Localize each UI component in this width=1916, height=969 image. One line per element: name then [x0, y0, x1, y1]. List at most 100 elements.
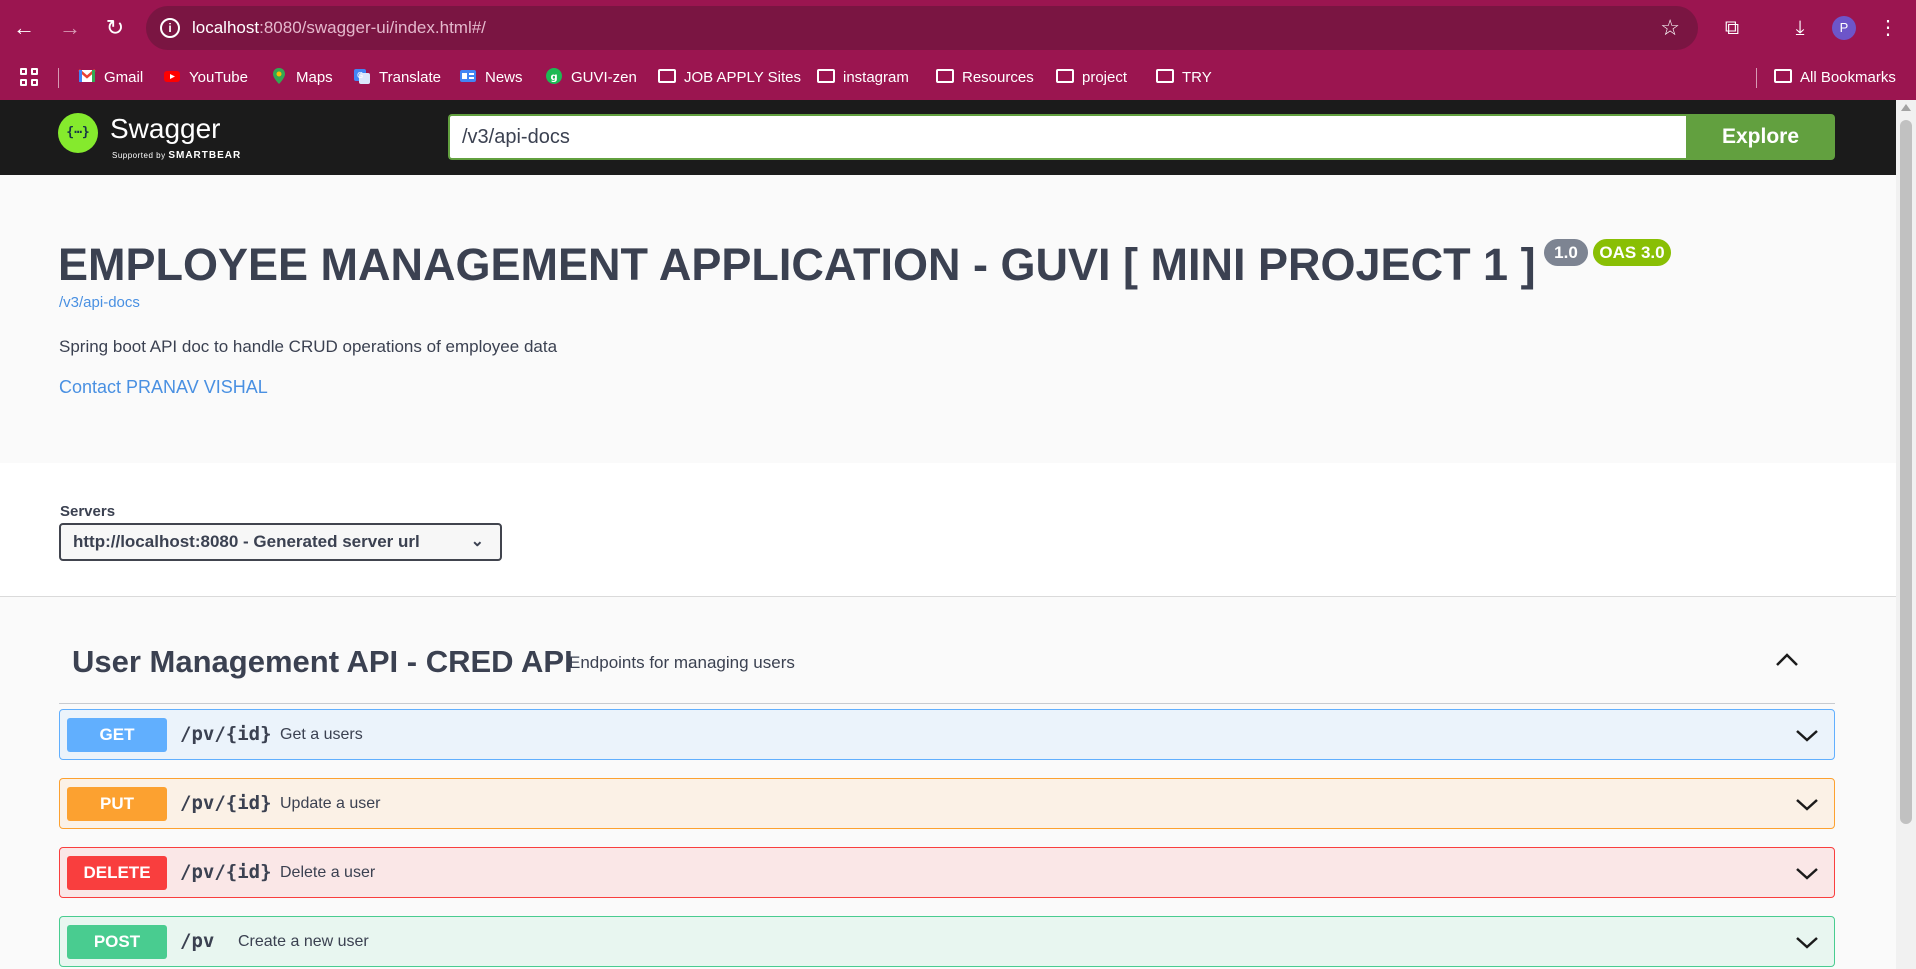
- contact-link[interactable]: Contact PRANAV VISHAL: [59, 377, 268, 398]
- servers-label: Servers: [60, 503, 116, 520]
- bookmark-star-icon[interactable]: ☆: [1660, 14, 1680, 42]
- oas-badge: OAS 3.0: [1593, 239, 1671, 266]
- bookmark-translate[interactable]: G Translate: [353, 56, 441, 100]
- bookmark-label: TRY: [1182, 69, 1212, 86]
- operation-summary: Delete a user: [280, 864, 376, 881]
- operation-delete-user[interactable]: DELETE /pv/{id} Delete a user: [59, 847, 1835, 898]
- bookmarks-bar: Gmail YouTube Maps G Translate News g GUVI…: [0, 56, 1916, 100]
- logo-sub-prefix: Supported by: [112, 151, 166, 160]
- site-info-icon[interactable]: i: [160, 18, 180, 38]
- logo-sub-brand: SMARTBEAR: [168, 150, 242, 161]
- download-icon[interactable]: ⤓: [1786, 14, 1814, 42]
- folder-icon: [817, 69, 835, 84]
- bookmark-label: Resources: [962, 69, 1034, 86]
- api-info: EMPLOYEE MANAGEMENT APPLICATION - GUVI […: [0, 175, 1896, 463]
- operation-summary: Create a new user: [238, 933, 369, 950]
- all-bookmarks-label: All Bookmarks: [1800, 69, 1896, 86]
- gmail-icon: [78, 69, 96, 83]
- operation-path: /pv/{id}: [180, 723, 272, 745]
- bookmark-label: YouTube: [189, 69, 248, 86]
- bookmark-folder-resources[interactable]: Resources: [936, 56, 1034, 100]
- all-bookmarks-button[interactable]: All Bookmarks: [1774, 56, 1896, 100]
- scrollbar-thumb[interactable]: [1900, 120, 1912, 824]
- browser-toolbar: ← → ↻ i localhost:8080/swagger-ui/index.…: [0, 0, 1916, 56]
- swagger-topbar: {⋯} Swagger Supported by SMARTBEAR /v3/a…: [0, 100, 1896, 175]
- spec-url-link[interactable]: /v3/api-docs: [59, 294, 140, 311]
- youtube-icon: [164, 71, 180, 83]
- swagger-logo-icon: {⋯}: [58, 113, 98, 153]
- maps-icon: [273, 68, 285, 85]
- tag-name: User Management API - CRED API: [72, 644, 573, 679]
- operation-summary: Update a user: [280, 795, 381, 812]
- bookmark-label: Maps: [296, 69, 333, 86]
- operation-create-user[interactable]: POST /pv Create a new user: [59, 916, 1835, 967]
- folder-icon: [936, 69, 954, 84]
- bookmark-label: News: [485, 69, 523, 86]
- swagger-logo-subtitle: Supported by SMARTBEAR: [112, 150, 241, 161]
- bookmark-folder-instagram[interactable]: instagram: [817, 56, 909, 100]
- tag-description: Endpoints for managing users: [569, 653, 795, 672]
- bookmark-youtube[interactable]: YouTube: [163, 56, 248, 100]
- explore-button[interactable]: Explore: [1686, 114, 1835, 160]
- chevron-down-icon[interactable]: [1794, 722, 1820, 748]
- method-badge: PUT: [67, 787, 167, 821]
- bookmark-label: Gmail: [104, 69, 144, 86]
- tag-header[interactable]: User Management API - CRED API Endpoints…: [59, 620, 1835, 704]
- address-url[interactable]: localhost:8080/swagger-ui/index.html#/: [192, 6, 486, 50]
- apps-grid-icon[interactable]: [20, 68, 40, 88]
- operation-path: /pv/{id}: [180, 861, 272, 883]
- server-selected-value: http://localhost:8080 - Generated server…: [73, 532, 420, 551]
- scroll-up-arrow-icon[interactable]: [1901, 104, 1911, 111]
- back-arrow-icon[interactable]: ←: [10, 14, 38, 42]
- reload-icon[interactable]: ↻: [101, 14, 129, 42]
- profile-avatar[interactable]: P: [1832, 16, 1856, 40]
- bookmark-folder-job-apply[interactable]: JOB APPLY Sites: [658, 56, 801, 100]
- api-title: EMPLOYEE MANAGEMENT APPLICATION - GUVI […: [58, 239, 1536, 290]
- forward-arrow-icon[interactable]: →: [56, 14, 84, 42]
- bookmark-label: Translate: [379, 69, 441, 86]
- operation-get-user[interactable]: GET /pv/{id} Get a users: [59, 709, 1835, 760]
- extensions-icon[interactable]: ⧉: [1718, 14, 1746, 42]
- translate-icon: G: [354, 69, 370, 85]
- swagger-logo-text: Swagger: [110, 113, 221, 144]
- spec-url-input[interactable]: /v3/api-docs: [448, 114, 1686, 160]
- method-badge: POST: [67, 925, 167, 959]
- api-description: Spring boot API doc to handle CRUD opera…: [59, 337, 558, 356]
- folder-icon: [658, 69, 676, 84]
- address-bar[interactable]: i localhost:8080/swagger-ui/index.html#/…: [146, 6, 1698, 50]
- bookmark-label: instagram: [843, 69, 909, 86]
- browser-menu-icon[interactable]: ⋮: [1874, 14, 1902, 42]
- operation-summary: Get a users: [280, 726, 363, 743]
- chevron-up-icon[interactable]: [1773, 646, 1801, 674]
- bookmark-label: project: [1082, 69, 1128, 86]
- bookmark-label: JOB APPLY Sites: [684, 69, 802, 86]
- server-select[interactable]: http://localhost:8080 - Generated server…: [59, 523, 502, 561]
- method-badge: GET: [67, 718, 167, 752]
- chevron-down-icon[interactable]: [1794, 860, 1820, 886]
- operation-path: /pv: [180, 930, 215, 952]
- news-icon: [460, 70, 476, 83]
- chevron-down-icon[interactable]: [1794, 929, 1820, 955]
- bookmark-folder-project[interactable]: project: [1056, 56, 1127, 100]
- svg-text:G: G: [357, 71, 363, 80]
- guvi-icon: g: [546, 68, 562, 85]
- folder-icon: [1056, 69, 1074, 84]
- bookmark-news[interactable]: News: [459, 56, 523, 100]
- bookmark-label: GUVI-zen: [571, 69, 637, 86]
- svg-text:g: g: [551, 72, 558, 83]
- folder-icon: [1156, 69, 1174, 84]
- version-badge: 1.0: [1544, 239, 1588, 266]
- chevron-down-icon[interactable]: [1794, 791, 1820, 817]
- servers-section: Servers http://localhost:8080 - Generate…: [0, 463, 1896, 597]
- bookmark-gmail[interactable]: Gmail: [78, 56, 143, 100]
- bookmark-guvi-zen[interactable]: g GUVI-zen: [545, 56, 637, 100]
- method-badge: DELETE: [67, 856, 167, 890]
- operation-update-user[interactable]: PUT /pv/{id} Update a user: [59, 778, 1835, 829]
- chevron-down-icon: ⌄: [470, 533, 484, 550]
- bookmarks-divider: [58, 68, 59, 88]
- page-scrollbar[interactable]: [1896, 100, 1916, 969]
- operation-path: /pv/{id}: [180, 792, 272, 814]
- url-host: localhost: [192, 18, 260, 37]
- bookmark-folder-try[interactable]: TRY: [1156, 56, 1212, 100]
- bookmark-maps[interactable]: Maps: [270, 56, 333, 100]
